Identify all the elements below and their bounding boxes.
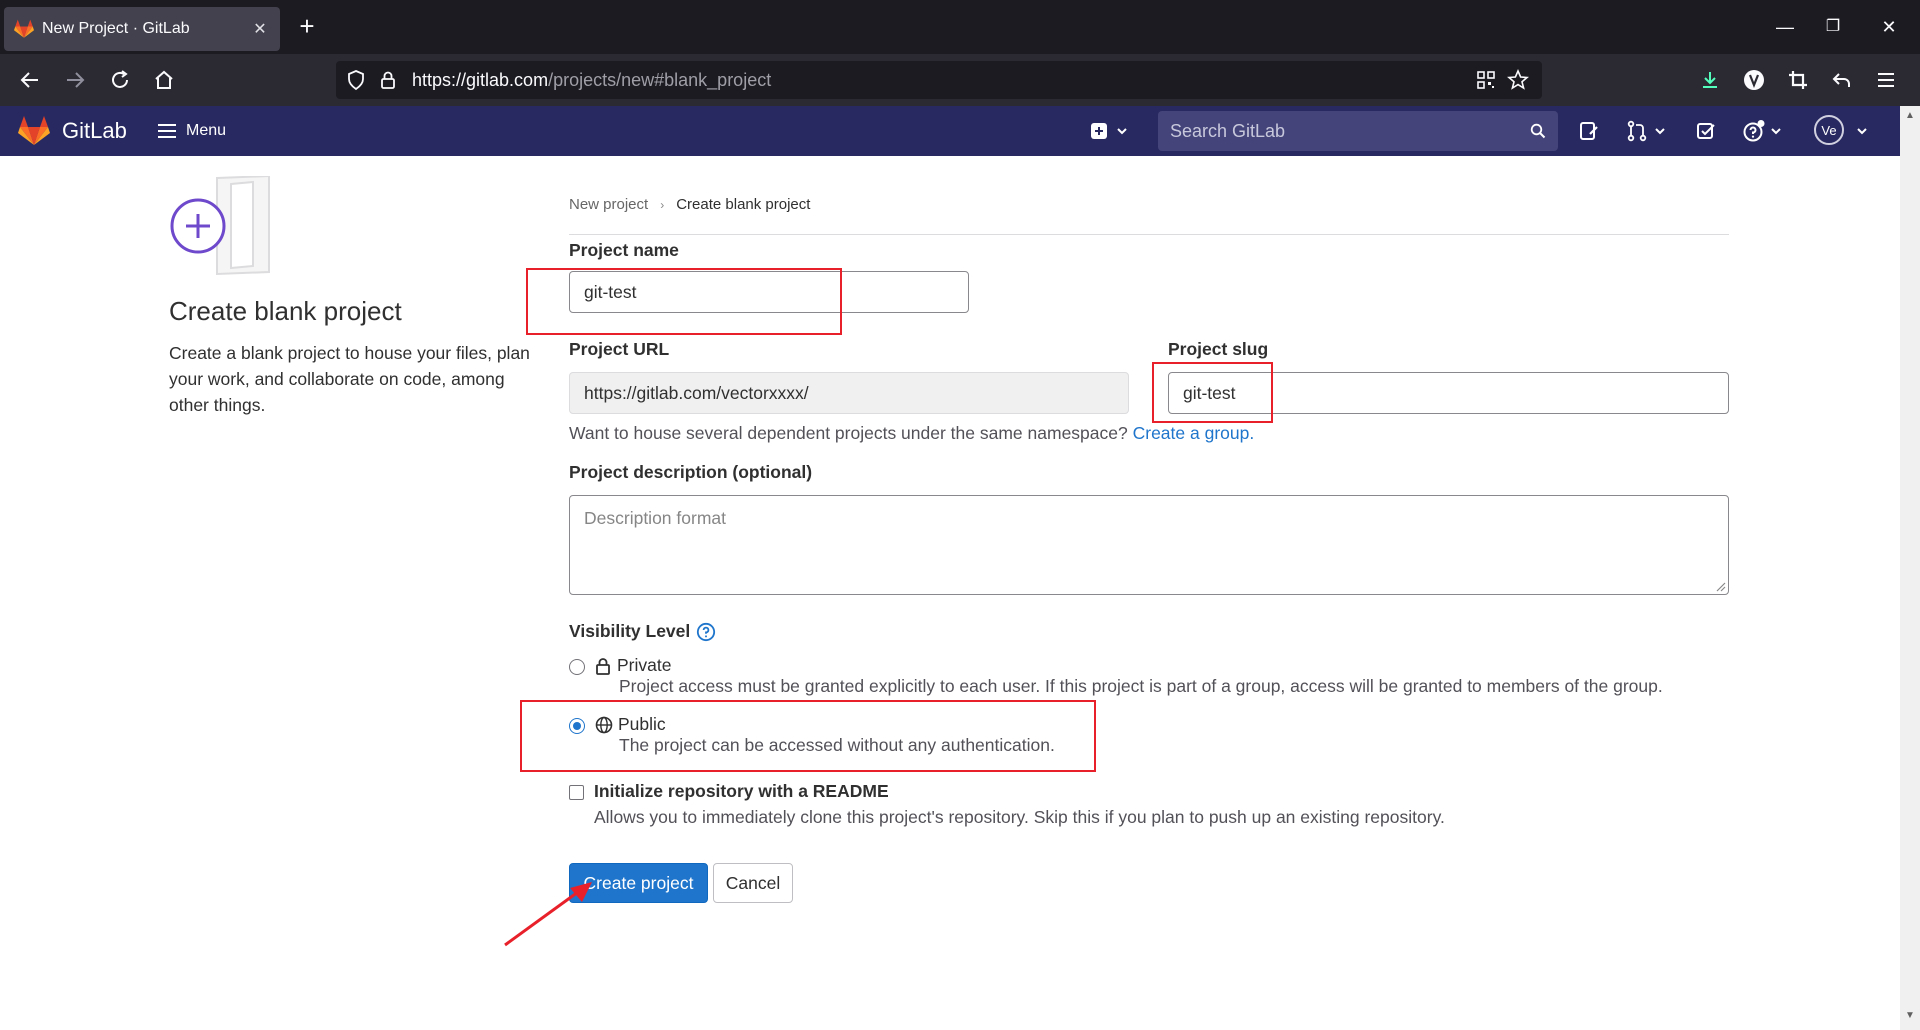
qr-code-icon[interactable] <box>1474 68 1498 92</box>
project-name-label: Project name <box>569 240 679 260</box>
bookmark-star-icon[interactable] <box>1506 68 1530 92</box>
readme-label[interactable]: Initialize repository with a README <box>594 781 889 802</box>
new-tab-icon[interactable]: + <box>292 12 322 42</box>
todo-icon[interactable] <box>1696 117 1716 145</box>
minimize-icon[interactable]: — <box>1770 12 1800 42</box>
downloads-icon[interactable] <box>1692 62 1728 98</box>
breadcrumb: New project › Create blank project <box>569 196 810 213</box>
gitlab-brand[interactable]: GitLab <box>62 118 127 144</box>
blank-project-illustration-icon <box>170 176 270 276</box>
breadcrumb-current: Create blank project <box>676 196 811 213</box>
plus-square-icon <box>1091 123 1107 139</box>
undo-icon[interactable] <box>1824 62 1860 98</box>
breadcrumb-new-project[interactable]: New project <box>569 196 648 213</box>
visibility-public-description: The project can be accessed without any … <box>619 735 1055 755</box>
project-name-input[interactable]: git-test <box>569 271 969 313</box>
project-url-label: Project URL <box>569 339 670 359</box>
create-group-link[interactable]: Create a group. <box>1133 423 1255 443</box>
cancel-button[interactable]: Cancel <box>713 863 793 903</box>
app-menu-icon[interactable] <box>1868 62 1904 98</box>
chevron-down-icon <box>1117 128 1127 135</box>
restore-icon[interactable]: ❐ <box>1818 12 1848 42</box>
search-icon[interactable] <box>1530 123 1546 139</box>
project-url-input[interactable]: https://gitlab.com/vectorxxxx/ <box>569 372 1129 414</box>
project-slug-input[interactable]: git-test <box>1168 372 1729 414</box>
close-tab-icon[interactable]: ✕ <box>250 19 270 39</box>
browser-toolbar: https://gitlab.com/projects/new#blank_pr… <box>0 54 1920 106</box>
back-icon[interactable] <box>12 62 48 98</box>
page-scrollbar[interactable]: ▲ ▼ <box>1900 106 1920 1030</box>
visibility-public-option[interactable]: Public <box>595 714 666 735</box>
forward-icon[interactable] <box>57 62 93 98</box>
namespace-help-text: Want to house several dependent projects… <box>569 423 1255 443</box>
visibility-public-radio[interactable] <box>569 718 585 734</box>
globe-icon <box>595 716 613 733</box>
visibility-private-description: Project access must be granted explicitl… <box>619 676 1663 696</box>
project-slug-value: git-test <box>1183 382 1236 403</box>
gitlab-favicon-icon <box>14 19 34 38</box>
resize-handle-icon[interactable] <box>1714 580 1726 592</box>
menu-label: Menu <box>186 122 227 139</box>
page-description: Create a blank project to house your fil… <box>169 343 530 415</box>
scroll-down-icon[interactable]: ▼ <box>1904 1010 1916 1021</box>
readme-description: Allows you to immediately clone this pro… <box>594 807 1445 827</box>
chevron-down-icon <box>1655 128 1665 135</box>
question-circle-icon[interactable] <box>696 622 716 642</box>
description-placeholder: Description format <box>584 508 726 528</box>
gitlab-top-bar: GitLab Menu Ve <box>0 106 1900 156</box>
main-menu-button[interactable]: Menu <box>158 116 226 146</box>
chevron-down-icon[interactable] <box>1856 117 1868 145</box>
project-slug-label: Project slug <box>1168 339 1269 359</box>
chevron-down-icon <box>1771 128 1781 135</box>
help-icon <box>1743 120 1765 142</box>
scroll-up-icon[interactable]: ▲ <box>1904 110 1916 121</box>
description-label: Project description (optional) <box>569 462 813 482</box>
project-name-value: git-test <box>584 281 637 302</box>
crop-screenshot-icon[interactable] <box>1780 62 1816 98</box>
lock-icon <box>596 657 610 675</box>
gitlab-logo-icon[interactable] <box>18 116 50 146</box>
divider <box>569 234 1729 235</box>
address-bar[interactable]: https://gitlab.com/projects/new#blank_pr… <box>336 61 1542 99</box>
visibility-private-radio[interactable] <box>569 659 585 675</box>
url-text: https://gitlab.com/projects/new#blank_pr… <box>412 69 772 90</box>
search-box[interactable] <box>1158 111 1558 151</box>
chevron-right-icon: › <box>660 197 665 212</box>
merge-requests-dropdown[interactable] <box>1626 117 1666 145</box>
create-new-dropdown[interactable] <box>1090 117 1128 145</box>
issues-icon[interactable] <box>1578 117 1600 145</box>
window-close-icon[interactable]: ✕ <box>1874 12 1904 42</box>
readme-checkbox[interactable] <box>569 785 584 800</box>
project-url-value: https://gitlab.com/vectorxxxx/ <box>584 382 809 403</box>
hamburger-icon <box>158 124 176 138</box>
reload-icon[interactable] <box>102 62 138 98</box>
lock-icon[interactable] <box>376 68 400 92</box>
merge-request-icon <box>1627 120 1647 142</box>
tracking-shield-icon[interactable] <box>344 68 368 92</box>
user-avatar[interactable]: Ve <box>1814 115 1844 145</box>
description-textarea[interactable]: Description format <box>569 495 1729 595</box>
help-dropdown[interactable] <box>1742 117 1782 145</box>
page-title: Create blank project <box>169 296 402 326</box>
vpn-extension-icon[interactable] <box>1736 62 1772 98</box>
annotation-arrow-icon <box>504 882 592 947</box>
browser-tab-bar: New Project · GitLab ✕ + — ❐ ✕ <box>0 0 1920 54</box>
search-input[interactable] <box>1170 120 1530 142</box>
browser-tab[interactable]: New Project · GitLab ✕ <box>4 7 280 51</box>
tab-title: New Project · GitLab <box>42 20 190 37</box>
visibility-level-label: Visibility Level <box>569 621 716 642</box>
home-icon[interactable] <box>146 62 182 98</box>
visibility-private-option[interactable]: Private <box>595 655 671 676</box>
